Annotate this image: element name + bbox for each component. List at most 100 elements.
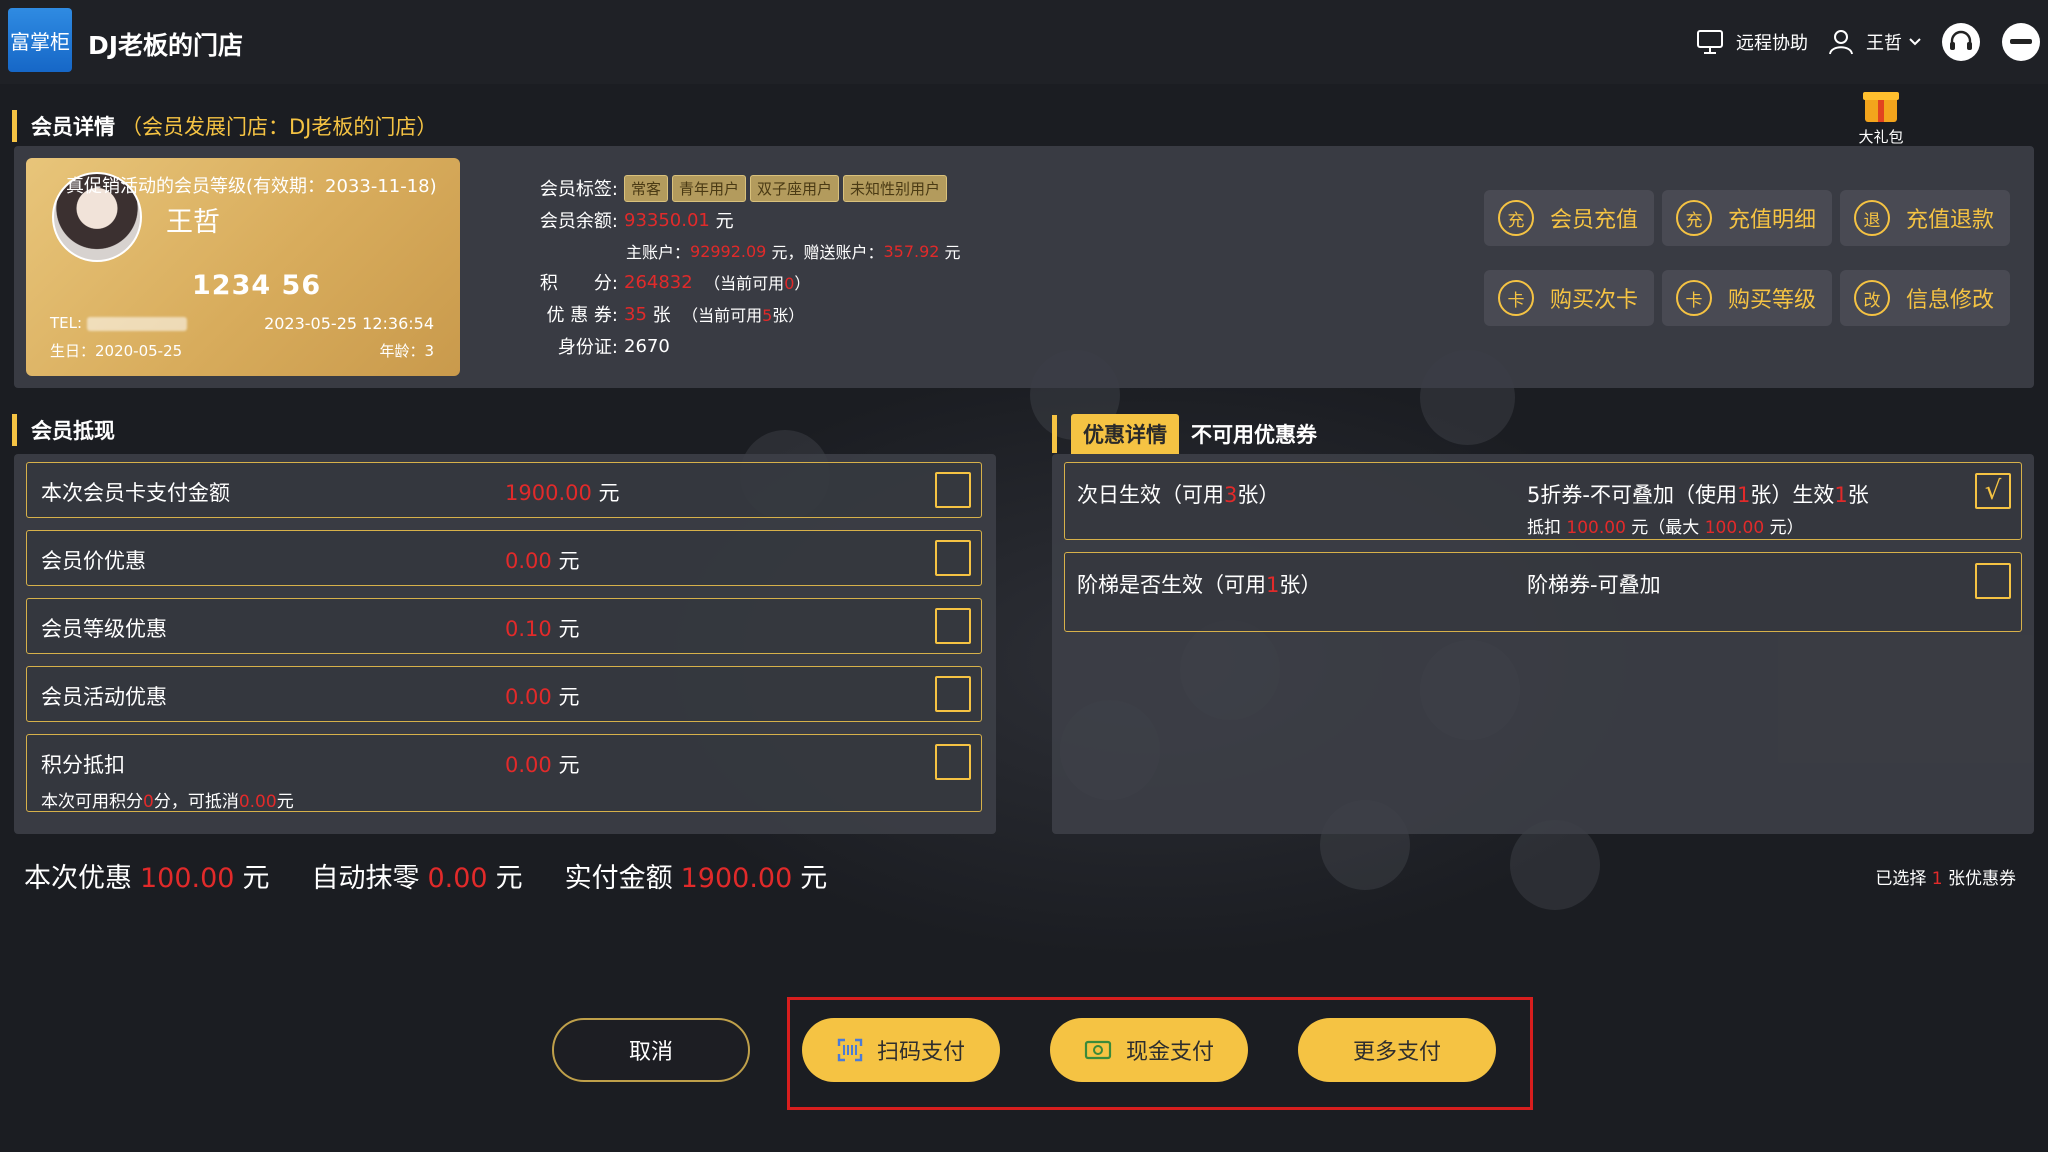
card-icon: 卡 (1498, 280, 1534, 316)
buy-level-button[interactable]: 卡购买等级 (1662, 270, 1832, 326)
scan-pay-button[interactable]: 扫码支付 (802, 1018, 1000, 1082)
row-value: 0.00 元 (505, 749, 579, 779)
coupon-item: 阶梯是否生效（可用1张） 阶梯券-可叠加 (1064, 552, 2022, 632)
paid-value: 1900.00 (680, 863, 793, 894)
checkbox[interactable] (935, 472, 971, 508)
row-amount: 0.00 (505, 685, 552, 709)
coupon-title: 5折券-不可叠加（使用1张）生效1张 (1527, 479, 1869, 509)
user-name: 王哲 (1866, 33, 1902, 54)
buy-count-card-button[interactable]: 卡购买次卡 (1484, 270, 1654, 326)
member-name: 王哲 (166, 207, 220, 238)
rounding-summary: 自动抹零 0.00 元 (311, 856, 522, 895)
note-points: 0 (143, 792, 154, 812)
recharge-detail-button[interactable]: 充充值明细 (1662, 190, 1832, 246)
coupon-available-pre: （当前可用 (682, 306, 763, 325)
detail-amount: 100.00 (1566, 518, 1626, 538)
cash-pay-button[interactable]: 现金支付 (1050, 1018, 1248, 1082)
edit-info-button[interactable]: 改信息修改 (1840, 270, 2010, 326)
chevron-down-icon (1909, 38, 1921, 46)
rule-count: 3 (1224, 483, 1238, 507)
rule-post: 张） (1279, 573, 1322, 597)
coupon-available-post: 张） (772, 306, 805, 325)
row-unit: 元 (598, 481, 620, 505)
edit-icon: 改 (1854, 280, 1890, 316)
action-label: 购买次卡 (1550, 288, 1639, 313)
title-mid: 张）生效 (1750, 483, 1835, 507)
card-icon: 卡 (1676, 280, 1712, 316)
title-pre: 5折券-不可叠加（使用 (1527, 483, 1737, 507)
customer-service-button[interactable] (1942, 23, 1980, 61)
main-account-label: 主账户： (626, 243, 691, 262)
member-details-label: 会员详情 (31, 115, 115, 139)
title-use: 1 (1736, 483, 1751, 507)
checkbox[interactable] (935, 608, 971, 644)
selected-post: 张优惠券 (1948, 869, 2016, 889)
gift-icon (1863, 92, 1899, 122)
checkbox[interactable] (935, 676, 971, 712)
paid-label: 实付金额 (564, 863, 673, 894)
note-post: 元 (276, 792, 294, 812)
row-value: 0.10 元 (505, 613, 579, 643)
checkbox[interactable] (935, 540, 971, 576)
row-unit: 元 (558, 685, 580, 709)
action-label: 购买等级 (1728, 288, 1817, 313)
user-menu[interactable]: 王哲 (1828, 28, 1922, 56)
recharge-icon: 充 (1676, 200, 1712, 236)
row-amount: 0.00 (505, 753, 552, 777)
gift-label: 大礼包 (1858, 128, 1904, 146)
paid-unit: 元 (800, 863, 828, 894)
points-deduction-row: 积分抵扣 0.00 元 本次可用积分0分，可抵消0.00元 (26, 734, 982, 812)
checkbox[interactable] (935, 744, 971, 780)
more-pay-button[interactable]: 更多支付 (1298, 1018, 1496, 1082)
row-value: 1900.00 元 (505, 477, 620, 507)
rule-post: 张） (1237, 483, 1280, 507)
row-amount: 0.00 (505, 549, 552, 573)
row-amount: 0.10 (505, 617, 552, 641)
coupon-rule: 次日生效（可用3张） (1077, 479, 1279, 509)
card-payment-row: 本次会员卡支付金额 1900.00 元 (26, 462, 982, 518)
detail-post: 元） (1769, 518, 1804, 538)
member-tag: 双子座用户 (750, 174, 840, 202)
section-accent-bar (12, 110, 17, 142)
rounding-label: 自动抹零 (311, 863, 420, 894)
discount-unit: 元 (242, 863, 270, 894)
phone-masked (86, 316, 187, 331)
title-post: 张 (1847, 483, 1869, 507)
headset-icon (1950, 30, 1972, 50)
cash-icon (1084, 1040, 1112, 1060)
member-level-discount-row: 会员等级优惠 0.10 元 (26, 598, 982, 654)
minimize-button[interactable] (2002, 23, 2040, 61)
action-label: 充值退款 (1906, 208, 1995, 233)
user-icon (1829, 30, 1853, 55)
cancel-button[interactable]: 取消 (552, 1018, 750, 1082)
checkbox-checked[interactable]: √ (1975, 473, 2011, 509)
gift-package-button[interactable]: 大礼包 (1856, 92, 1906, 147)
store-title: DJ老板的门店 (88, 31, 244, 60)
checkbox[interactable] (1975, 563, 2011, 599)
member-actions: 充会员充值 充充值明细 退充值退款 卡购买次卡 卡购买等级 改信息修改 (1484, 190, 2014, 326)
tab-unavailable-coupons[interactable]: 不可用优惠券 (1179, 414, 1329, 454)
remote-assist-label: 远程协助 (1736, 33, 1808, 54)
top-right-tools: 远程协助 王哲 (1696, 18, 2048, 66)
recharge-refund-button[interactable]: 退充值退款 (1840, 190, 2010, 246)
row-value: 0.00 元 (505, 681, 579, 711)
member-recharge-button[interactable]: 充会员充值 (1484, 190, 1654, 246)
account-split-row: 主账户： 92992.09 元，赠送账户： 357.92 元 (534, 236, 961, 266)
balance-unit: 元 (715, 211, 734, 232)
points-available-post: ） (794, 274, 811, 293)
coupon-rule: 阶梯是否生效（可用1张） (1077, 569, 1321, 599)
note-mid: 分，可抵消 (153, 792, 239, 812)
tab-coupon-details[interactable]: 优惠详情 (1071, 414, 1179, 454)
row-unit: 元 (558, 617, 580, 641)
coupon-value: 35 (624, 303, 647, 325)
scan-icon (837, 1038, 863, 1062)
balance-label: 会员余额: (539, 211, 618, 232)
member-card: 真促销活动的会员等级(有效期：2033-11-18) 王哲 1234 56 TE… (26, 158, 460, 376)
balance-row: 会员余额: 93350.01 元 (534, 204, 961, 236)
coupon-available-value: 5 (762, 306, 773, 325)
member-level: 真促销活动的会员等级(有效期：2033-11-18) (66, 176, 437, 197)
member-tag: 青年用户 (672, 174, 747, 202)
remote-assist-button[interactable]: 远程协助 (1696, 29, 1808, 55)
action-label: 信息修改 (1906, 288, 1995, 313)
coupon-item: 次日生效（可用3张） 5折券-不可叠加（使用1张）生效1张 抵扣 100.00 … (1064, 462, 2022, 540)
